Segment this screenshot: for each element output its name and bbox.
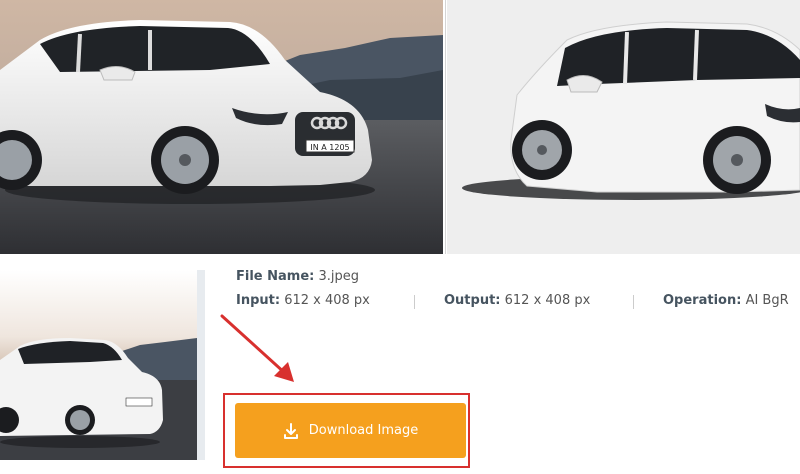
operation-value: AI BgR: [745, 293, 789, 308]
file-name-label: File Name:: [236, 269, 315, 284]
result-image-preview: [447, 0, 800, 254]
output-label: Output:: [444, 293, 501, 308]
thumbnail-frame: [0, 270, 205, 460]
operation-info: Operation: AI BgR: [663, 293, 789, 308]
svg-text:IN A 1205: IN A 1205: [310, 143, 349, 152]
download-image-button[interactable]: Download Image: [235, 403, 466, 458]
info-separator: [633, 295, 634, 309]
download-icon: [283, 422, 298, 439]
thumbnail-image: [0, 270, 197, 460]
annotation-arrow: [220, 314, 294, 382]
operation-label: Operation:: [663, 293, 742, 308]
preview-divider-line: [445, 0, 446, 254]
output-value: 612 x 408 px: [504, 293, 591, 308]
output-info: Output: 612 x 408 px: [444, 293, 590, 308]
original-car-image: IN A 1205: [0, 0, 443, 254]
original-image-preview: IN A 1205: [0, 0, 443, 254]
background-removed-car-image: [447, 0, 800, 254]
file-name-row: File Name: 3.jpeg: [236, 269, 359, 284]
download-button-label: Download Image: [308, 423, 419, 438]
result-page: IN A 1205 File Name: 3.jpeg Input: 612 x…: [0, 0, 800, 474]
file-name-value: 3.jpeg: [318, 269, 360, 284]
info-separator: [414, 295, 415, 309]
